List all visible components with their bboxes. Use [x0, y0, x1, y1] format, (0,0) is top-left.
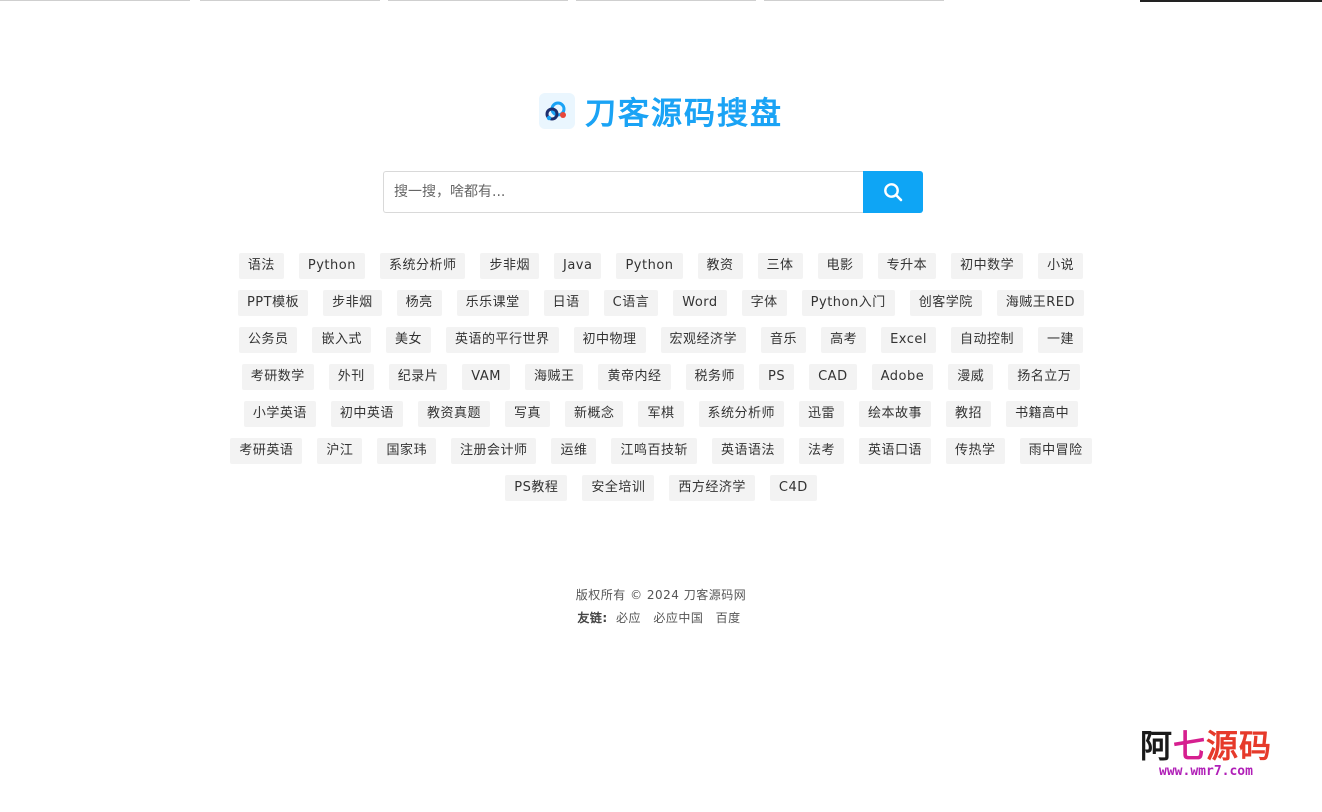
- tag-item[interactable]: 教资: [697, 253, 743, 279]
- friend-link-bing[interactable]: 必应: [616, 611, 641, 625]
- tag-item[interactable]: 自动控制: [951, 327, 1024, 353]
- tag-item[interactable]: 专升本: [877, 253, 937, 279]
- friend-link-bing-china[interactable]: 必应中国: [653, 611, 703, 625]
- tag-item[interactable]: 税务师: [685, 364, 745, 390]
- tag-item[interactable]: 音乐: [761, 327, 807, 353]
- friend-link-baidu[interactable]: 百度: [716, 611, 741, 625]
- tag-item[interactable]: 初中英语: [330, 401, 403, 427]
- tag-item[interactable]: 传热学: [946, 438, 1005, 464]
- tag-item[interactable]: 步非烟: [480, 253, 539, 279]
- footer: 版权所有 © 2024 刀客源码网 友链: 必应 必应中国 百度: [0, 584, 1322, 630]
- tag-item[interactable]: 日语: [543, 290, 589, 316]
- tag-item[interactable]: 英语的平行世界: [446, 327, 559, 353]
- tag-item[interactable]: 注册会计师: [450, 438, 537, 464]
- cloud-link-icon: [539, 92, 575, 129]
- copyright-text: 版权所有 © 2024 刀客源码网: [575, 588, 747, 602]
- tag-item[interactable]: 乐乐课堂: [456, 290, 529, 316]
- watermark-logo: 阿七源码 www.wmr7.com: [1126, 728, 1286, 782]
- site-title: 刀客源码搜盘: [585, 96, 783, 132]
- tag-item[interactable]: 教招: [946, 401, 992, 427]
- tag-item[interactable]: Adobe: [871, 364, 934, 390]
- tag-item[interactable]: 纪录片: [388, 364, 448, 390]
- tag-item[interactable]: 英语语法: [712, 438, 785, 464]
- tag-item[interactable]: Python: [616, 253, 683, 279]
- tag-item[interactable]: 三体: [757, 253, 803, 279]
- tag-item[interactable]: 国家玮: [377, 438, 436, 464]
- tag-item[interactable]: 安全培训: [582, 475, 655, 501]
- tag-item[interactable]: 系统分析师: [698, 401, 785, 427]
- site-logo[interactable]: 刀客源码搜盘: [0, 88, 1322, 133]
- tag-item[interactable]: 系统分析师: [379, 253, 466, 279]
- friend-links-label: 友链:: [577, 611, 608, 625]
- tag-item[interactable]: PPT模板: [237, 290, 309, 316]
- tag-item[interactable]: Java: [553, 253, 602, 279]
- tag-item[interactable]: Python: [298, 253, 365, 279]
- top-border: [0, 0, 1322, 2]
- tag-item[interactable]: 书籍高中: [1006, 401, 1079, 427]
- tag-item[interactable]: 扬名立万: [1008, 364, 1081, 390]
- tag-item[interactable]: 英语口语: [859, 438, 932, 464]
- tag-item[interactable]: 语法: [238, 253, 284, 279]
- tag-item[interactable]: 字体: [741, 290, 787, 316]
- tag-item[interactable]: 公务员: [238, 327, 298, 353]
- tag-item[interactable]: 外刊: [328, 364, 374, 390]
- tag-item[interactable]: 初中物理: [573, 327, 646, 353]
- tag-item[interactable]: 漫威: [948, 364, 994, 390]
- watermark-url: www.wmr7.com: [1159, 764, 1253, 779]
- tag-item[interactable]: 迅雷: [799, 401, 845, 427]
- tag-item[interactable]: 西方经济学: [669, 475, 755, 501]
- search-input[interactable]: [383, 171, 863, 213]
- tag-item[interactable]: Excel: [881, 327, 937, 353]
- tag-item[interactable]: 沪江: [317, 438, 363, 464]
- friend-links: 友链: 必应 必应中国 百度: [0, 607, 1322, 630]
- tag-item[interactable]: 电影: [817, 253, 863, 279]
- hot-tags: 语法 Python 系统分析师 步非烟 Java Python 教资 三体 电影 专升本 初中数学小…: [220, 253, 1102, 501]
- tag-item[interactable]: 江鸣百技斩: [611, 438, 697, 464]
- watermark-title: 阿七源码: [1139, 727, 1273, 765]
- tag-item[interactable]: 嵌入式: [312, 327, 371, 353]
- tag-item[interactable]: 小学英语: [243, 401, 316, 427]
- tag-item[interactable]: 考研数学: [241, 364, 314, 390]
- tag-item[interactable]: Word: [673, 290, 727, 316]
- tag-item[interactable]: 海贼王RED: [996, 290, 1085, 316]
- tag-item[interactable]: 一建: [1038, 327, 1084, 353]
- tag-item[interactable]: PS教程: [505, 475, 568, 501]
- tag-item[interactable]: 运维: [551, 438, 597, 464]
- tag-item[interactable]: 法考: [799, 438, 845, 464]
- tag-item[interactable]: C4D: [769, 475, 817, 501]
- search-button[interactable]: [863, 171, 923, 213]
- tag-item[interactable]: 新概念: [564, 401, 624, 427]
- tag-item[interactable]: 美女: [385, 327, 431, 353]
- tag-item[interactable]: 步非烟: [323, 290, 382, 316]
- tag-item[interactable]: 写真: [504, 401, 550, 427]
- tag-item[interactable]: 军棋: [638, 401, 684, 427]
- tag-item[interactable]: 杨亮: [396, 290, 442, 316]
- tag-item[interactable]: 黄帝内经: [598, 364, 671, 390]
- search-icon: [884, 183, 903, 202]
- tag-item[interactable]: CAD: [809, 364, 857, 390]
- tag-item[interactable]: 宏观经济学: [660, 327, 747, 353]
- tag-item[interactable]: 小说: [1038, 253, 1084, 279]
- tag-item[interactable]: 创客学院: [909, 290, 982, 316]
- tag-item[interactable]: 教资真题: [417, 401, 490, 427]
- tag-item[interactable]: 初中数学: [951, 253, 1024, 279]
- tag-item[interactable]: 雨中冒险: [1019, 438, 1092, 464]
- tag-item[interactable]: 考研英语: [230, 438, 303, 464]
- tag-item[interactable]: VAM: [462, 364, 510, 390]
- tag-item[interactable]: 高考: [821, 327, 867, 353]
- tag-item[interactable]: PS: [759, 364, 795, 390]
- tag-item[interactable]: C语言: [603, 290, 659, 316]
- tag-item[interactable]: 海贼王: [524, 364, 584, 390]
- tag-item[interactable]: Python入门: [801, 290, 895, 316]
- tag-item[interactable]: 绘本故事: [859, 401, 932, 427]
- search-bar: [383, 171, 923, 213]
